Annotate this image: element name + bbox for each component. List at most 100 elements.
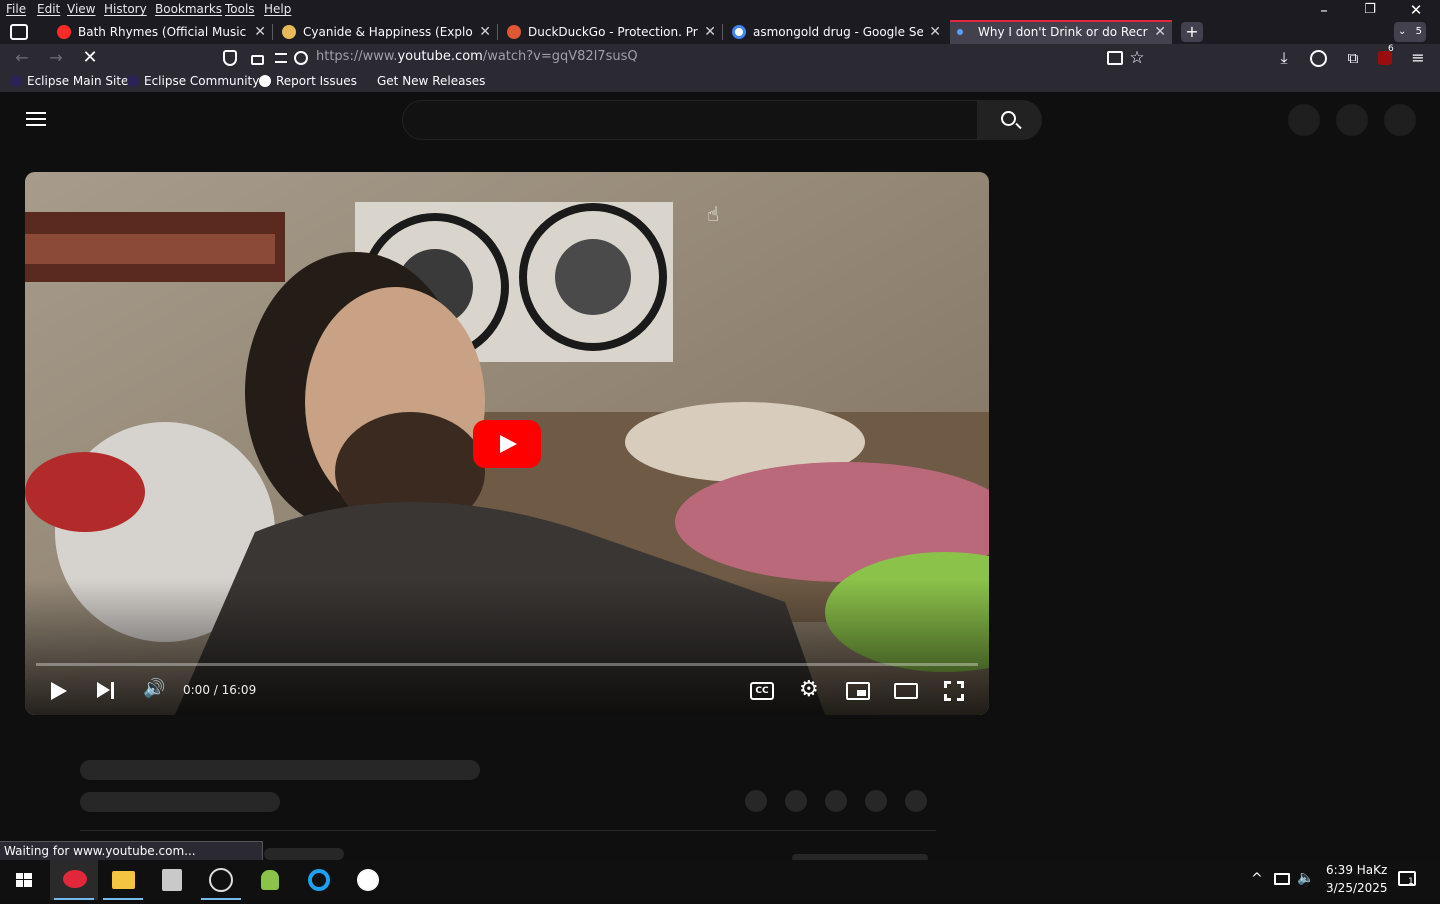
menu-history[interactable]: History: [104, 2, 147, 16]
channel-placeholder: [80, 792, 280, 812]
clock-time[interactable]: 6:39 HaKz: [1326, 863, 1387, 877]
divider: [80, 830, 936, 831]
android-icon: [261, 870, 279, 890]
menu-edit[interactable]: Edit: [37, 2, 60, 16]
search-icon: [1001, 111, 1016, 126]
tray-chevron-up-icon[interactable]: ^: [1251, 871, 1263, 887]
next-video-button[interactable]: [97, 682, 110, 698]
archive-icon: [162, 869, 182, 891]
list-all-tabs-button[interactable]: ⌄ 5: [1394, 22, 1426, 42]
description-placeholder: [264, 848, 344, 860]
video-player[interactable]: 🔊 0:00 / 16:09 CC ⚙ ☝: [25, 172, 989, 715]
taskbar-firefox[interactable]: [50, 860, 98, 900]
ublock-origin-icon[interactable]: 6: [1378, 44, 1394, 65]
bookmark-eclipse-main-site[interactable]: Eclipse Main Site: [10, 74, 128, 88]
duckduckgo-favicon-icon: [507, 25, 521, 39]
search-input[interactable]: [402, 100, 978, 140]
settings-gear-icon[interactable]: ⚙: [799, 677, 819, 702]
extensions-icon[interactable]: ⧉: [1340, 44, 1366, 72]
app-store-icon: [357, 869, 379, 891]
menu-bar: File Edit View History Bookmarks Tools H…: [0, 0, 1440, 20]
clock-date[interactable]: 3/25/2025: [1326, 881, 1388, 895]
menu-view[interactable]: View: [67, 2, 95, 16]
translate-page-icon[interactable]: [1107, 51, 1123, 65]
progress-bar[interactable]: [36, 663, 978, 666]
volume-icon[interactable]: 🔈: [1297, 870, 1314, 886]
windows-logo-icon: [16, 873, 32, 887]
close-tab-icon[interactable]: ✕: [1154, 22, 1166, 43]
search-button[interactable]: [978, 100, 1042, 140]
play-button[interactable]: [51, 682, 67, 700]
tab-why-i-dont-drink[interactable]: Why I don't Drink or do Recreati ✕: [950, 20, 1172, 44]
explosm-favicon-icon: [282, 25, 296, 39]
close-tab-icon[interactable]: ✕: [704, 20, 716, 44]
time-display: 0:00 / 16:09: [183, 683, 257, 697]
loading-dot-icon: [957, 29, 963, 35]
firefox-icon: [63, 870, 87, 888]
taskbar-app-archive[interactable]: [148, 860, 196, 900]
url-bar[interactable]: https://www.youtube.com/watch?v=gqV82l7s…: [316, 49, 638, 64]
theater-mode-button[interactable]: [894, 683, 918, 699]
placeholder-avatar: [1384, 104, 1416, 136]
tab-count: 5: [1415, 26, 1422, 37]
miniplayer-button[interactable]: [846, 682, 870, 700]
tracking-shield-icon[interactable]: [223, 50, 237, 66]
app-menu-icon[interactable]: ≡: [1405, 44, 1431, 72]
back-button[interactable]: ←: [9, 44, 35, 72]
tab-overview-icon[interactable]: [10, 24, 28, 40]
notifications-icon[interactable]: 1: [1398, 871, 1416, 887]
notification-count: 1: [1408, 877, 1414, 887]
start-button[interactable]: [0, 860, 48, 900]
github-icon: [259, 75, 271, 87]
tab-duckduckgo[interactable]: DuckDuckGo - Protection. Priva ✕: [500, 20, 722, 44]
downloads-icon[interactable]: ⤓: [1271, 44, 1297, 72]
menu-file[interactable]: File: [6, 2, 26, 16]
forward-button[interactable]: →: [43, 44, 69, 72]
folder-icon: [112, 871, 135, 889]
mouse-pointer-icon: ☝: [707, 202, 720, 226]
status-panel: Waiting for www.youtube.com...: [0, 841, 263, 860]
close-tab-icon[interactable]: ✕: [254, 20, 266, 44]
network-icon[interactable]: [1274, 873, 1290, 885]
tab-bath-rhymes[interactable]: Bath Rhymes (Official Music Vic ✕: [50, 20, 272, 44]
taskbar-file-explorer[interactable]: [99, 860, 147, 900]
extension-badge: 6: [1388, 44, 1394, 54]
tab-bar: Bath Rhymes (Official Music Vic ✕ Cyanid…: [0, 20, 1440, 44]
new-tab-button[interactable]: +: [1181, 22, 1203, 42]
bookmark-report-issues[interactable]: Report Issues: [259, 74, 357, 88]
next-bar-icon: [111, 682, 114, 699]
taskbar-app-store[interactable]: [344, 860, 392, 900]
taskbar-android-studio[interactable]: [246, 860, 294, 900]
menu-help[interactable]: Help: [264, 2, 291, 16]
taskbar-internet-explorer[interactable]: [295, 860, 343, 900]
placeholder-notifications-icon: [1336, 104, 1368, 136]
hamburger-menu-icon[interactable]: [26, 112, 46, 126]
menu-tools[interactable]: Tools: [225, 2, 255, 16]
tab-cyanide-happiness[interactable]: Cyanide & Happiness (Explosm ✕: [275, 20, 497, 44]
bookmarks-toolbar: Eclipse Main Site Eclipse Community Repo…: [0, 72, 1440, 92]
stop-loading-button[interactable]: ✕: [77, 44, 103, 72]
bookmark-eclipse-community[interactable]: Eclipse Community: [127, 74, 259, 88]
play-overlay-button[interactable]: [473, 420, 541, 468]
taskbar-obs[interactable]: [197, 860, 245, 900]
lock-icon[interactable]: [251, 55, 264, 65]
subtitles-button[interactable]: CC: [750, 682, 774, 700]
play-icon: [500, 435, 517, 453]
close-tab-icon[interactable]: ✕: [929, 20, 941, 44]
permissions-icon[interactable]: [275, 53, 287, 63]
taskbar: ^ 🔈 6:39 HaKz 3/25/2025 1: [0, 860, 1440, 900]
placeholder-create-icon: [1288, 104, 1320, 136]
bookmark-star-icon[interactable]: ☆: [1124, 44, 1150, 72]
close-tab-icon[interactable]: ✕: [479, 20, 491, 44]
tab-google-search[interactable]: asmongold drug - Google Searc ✕: [725, 20, 947, 44]
bookmark-get-new-releases[interactable]: Get New Releases: [377, 74, 485, 88]
account-icon[interactable]: [1310, 50, 1327, 67]
obs-icon: [209, 868, 233, 892]
autoplay-blocked-icon[interactable]: [294, 51, 308, 65]
menu-bookmarks[interactable]: Bookmarks: [155, 2, 222, 16]
action-placeholder: [785, 790, 807, 812]
internet-explorer-icon: [308, 869, 330, 891]
volume-button[interactable]: 🔊: [143, 678, 165, 699]
action-placeholder: [825, 790, 847, 812]
action-placeholder: [865, 790, 887, 812]
